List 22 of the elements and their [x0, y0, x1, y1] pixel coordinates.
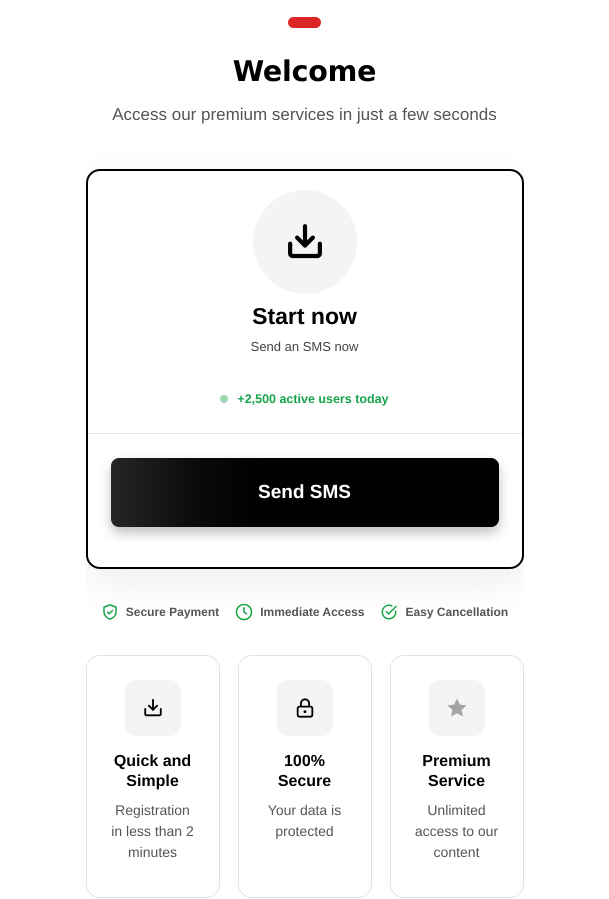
- check-circle-icon: [380, 603, 398, 621]
- send-sms-button[interactable]: Send SMS: [110, 458, 498, 527]
- shield-check-icon: [100, 603, 119, 621]
- feature-description: Registration in less than 2 minutes: [110, 801, 195, 862]
- page-subtitle: Access our premium services in just a few seconds: [112, 105, 497, 125]
- lock-icon: [276, 680, 332, 736]
- status-dot-icon: [220, 395, 228, 403]
- card-title: Start now: [252, 303, 357, 329]
- accent-bar: [288, 17, 321, 28]
- feature-title: Premium Service: [421, 752, 492, 792]
- active-users-text: +2,500 active users today: [237, 391, 389, 407]
- trust-badge-label: Secure Payment: [126, 604, 220, 620]
- clock-icon: [235, 603, 254, 621]
- trust-badge-label: Immediate Access: [260, 604, 364, 620]
- page-title: Welcome: [232, 54, 376, 90]
- feature-title: Quick and Simple: [112, 752, 192, 792]
- feature-title: 100% Secure: [276, 752, 332, 792]
- download-icon: [124, 680, 180, 736]
- trust-badge-label: Easy Cancellation: [405, 604, 508, 620]
- feature-description: Unlimited access to our content: [414, 801, 500, 862]
- feature-description: Your data is protected: [266, 801, 342, 841]
- card-subtitle: Send an SMS now: [250, 339, 358, 355]
